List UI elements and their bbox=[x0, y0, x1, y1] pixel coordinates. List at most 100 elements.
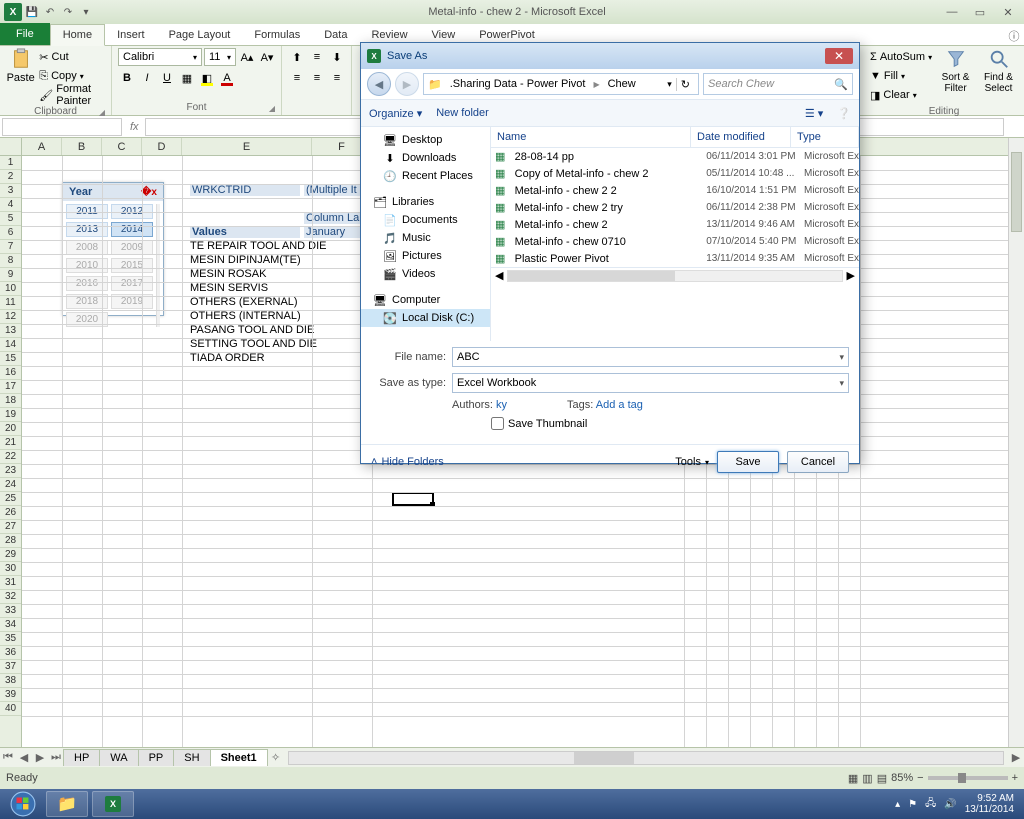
zoom-in-icon[interactable]: + bbox=[1012, 772, 1018, 784]
tray-flag-icon[interactable]: ⚑ bbox=[908, 799, 917, 810]
col-header[interactable]: B bbox=[62, 138, 102, 155]
bold-button[interactable]: B bbox=[118, 69, 136, 87]
file-row[interactable]: ▦Metal-info - chew 2 try06/11/2014 2:38 … bbox=[491, 199, 859, 216]
pivot-field[interactable]: WRKCTRID bbox=[190, 184, 300, 196]
row-header[interactable]: 6 bbox=[0, 226, 21, 240]
row-header[interactable]: 7 bbox=[0, 240, 21, 254]
slicer-item[interactable]: 2014 bbox=[111, 222, 153, 237]
file-row[interactable]: ▦Plastic Power Pivot13/11/2014 9:35 AMMi… bbox=[491, 250, 859, 267]
vertical-scrollbar[interactable] bbox=[1008, 138, 1024, 747]
row-header[interactable]: 22 bbox=[0, 450, 21, 464]
tree-item[interactable]: 🎵Music bbox=[361, 229, 490, 247]
zoom-out-icon[interactable]: − bbox=[917, 772, 923, 784]
sheet-tab[interactable]: WA bbox=[99, 749, 138, 766]
redo-qat-icon[interactable]: ↷ bbox=[60, 4, 76, 20]
file-row[interactable]: ▦Metal-info - chew 2 216/10/2014 1:51 PM… bbox=[491, 182, 859, 199]
hide-folders-button[interactable]: ˄Hide Folders bbox=[371, 456, 444, 468]
row-header[interactable]: 33 bbox=[0, 604, 21, 618]
filelist-hscroll[interactable]: ◀▶ bbox=[491, 267, 859, 283]
tree-item[interactable]: 🕘Recent Places bbox=[361, 167, 490, 185]
new-folder-button[interactable]: New folder bbox=[436, 107, 489, 119]
row-header[interactable]: 23 bbox=[0, 464, 21, 478]
row-header[interactable]: 5 bbox=[0, 212, 21, 226]
zoom-slider[interactable] bbox=[928, 776, 1008, 780]
row-header[interactable]: 39 bbox=[0, 688, 21, 702]
row-headers[interactable]: 1234567891011121314151617181920212223242… bbox=[0, 156, 22, 747]
refresh-icon[interactable]: ↻ bbox=[676, 78, 694, 91]
font-name-combo[interactable]: Calibri▾ bbox=[118, 48, 202, 66]
row-header[interactable]: 35 bbox=[0, 632, 21, 646]
saveastype-dropdown-icon[interactable]: ▾ bbox=[839, 378, 844, 389]
file-row[interactable]: ▦Metal-info - chew 213/11/2014 9:46 AMMi… bbox=[491, 216, 859, 233]
row-header[interactable]: 36 bbox=[0, 646, 21, 660]
tab-insert[interactable]: Insert bbox=[105, 25, 157, 45]
paste-button[interactable]: Paste bbox=[6, 48, 35, 84]
tools-button[interactable]: Tools ▾ bbox=[675, 456, 709, 468]
row-header[interactable]: 29 bbox=[0, 548, 21, 562]
sheet-nav-first-icon[interactable]: ⏮ bbox=[0, 751, 16, 764]
clear-button[interactable]: ◨Clear▾ bbox=[870, 86, 932, 104]
row-header[interactable]: 18 bbox=[0, 394, 21, 408]
save-thumbnail-checkbox[interactable] bbox=[491, 417, 504, 430]
row-header[interactable]: 15 bbox=[0, 352, 21, 366]
tab-file[interactable]: File bbox=[0, 23, 50, 45]
row-header[interactable]: 26 bbox=[0, 506, 21, 520]
qat-dropdown-icon[interactable]: ▾ bbox=[78, 4, 94, 20]
col-header[interactable]: A bbox=[22, 138, 62, 155]
row-header[interactable]: 38 bbox=[0, 674, 21, 688]
align-top-icon[interactable]: ⬆ bbox=[288, 48, 306, 66]
view-layout-icon[interactable]: ▥ bbox=[862, 772, 872, 785]
sort-filter-button[interactable]: Sort & Filter bbox=[936, 48, 975, 94]
row-header[interactable]: 8 bbox=[0, 254, 21, 268]
hscroll-right-icon[interactable]: ▶ bbox=[1008, 751, 1024, 764]
saveastype-combo[interactable]: Excel Workbook▾ bbox=[452, 373, 849, 393]
row-header[interactable]: 2 bbox=[0, 170, 21, 184]
sheet-nav-last-icon[interactable]: ⏭ bbox=[48, 751, 64, 764]
align-bottom-icon[interactable]: ⬇ bbox=[328, 48, 346, 66]
slicer-clear-icon[interactable]: �x bbox=[141, 187, 157, 198]
format-painter-button[interactable]: 🖌Format Painter bbox=[39, 86, 105, 104]
authors-link[interactable]: ky bbox=[496, 399, 507, 411]
row-header[interactable]: 12 bbox=[0, 310, 21, 324]
row-header[interactable]: 40 bbox=[0, 702, 21, 716]
italic-button[interactable]: I bbox=[138, 69, 156, 87]
minimize-button[interactable]: — bbox=[942, 5, 962, 19]
slicer-scrollbar[interactable] bbox=[156, 204, 160, 327]
row-header[interactable]: 16 bbox=[0, 366, 21, 380]
row-header[interactable]: 27 bbox=[0, 520, 21, 534]
row-header[interactable]: 20 bbox=[0, 422, 21, 436]
new-sheet-icon[interactable]: ✧ bbox=[268, 751, 284, 764]
filename-dropdown-icon[interactable]: ▾ bbox=[839, 352, 844, 363]
file-row[interactable]: ▦Copy of Metal-info - chew 205/11/2014 1… bbox=[491, 165, 859, 182]
select-all-corner[interactable] bbox=[0, 138, 22, 156]
align-center-icon[interactable]: ≡ bbox=[308, 69, 326, 87]
font-size-combo[interactable]: 11▾ bbox=[204, 48, 236, 66]
file-row[interactable]: ▦28-08-14 pp06/11/2014 3:01 PMMicrosoft … bbox=[491, 148, 859, 165]
ribbon-help-icon[interactable]: ⓘ bbox=[1004, 27, 1024, 45]
chevron-right-icon[interactable]: ▶ bbox=[593, 80, 599, 89]
close-button[interactable]: ✕ bbox=[998, 5, 1018, 19]
row-header[interactable]: 9 bbox=[0, 268, 21, 282]
tags-link[interactable]: Add a tag bbox=[596, 399, 643, 411]
sheet-tab[interactable]: HP bbox=[63, 749, 100, 766]
font-color-button[interactable]: A bbox=[218, 69, 236, 87]
cut-button[interactable]: ✂Cut bbox=[39, 48, 105, 66]
row-header[interactable]: 34 bbox=[0, 618, 21, 632]
sheet-nav-next-icon[interactable]: ▶ bbox=[32, 751, 48, 764]
sheet-tab[interactable]: SH bbox=[173, 749, 210, 766]
tab-home[interactable]: Home bbox=[50, 24, 105, 46]
align-right-icon[interactable]: ≡ bbox=[328, 69, 346, 87]
underline-button[interactable]: U bbox=[158, 69, 176, 87]
col-name[interactable]: Name bbox=[491, 127, 691, 147]
start-button[interactable] bbox=[4, 790, 42, 818]
row-header[interactable]: 21 bbox=[0, 436, 21, 450]
row-header[interactable]: 13 bbox=[0, 324, 21, 338]
undo-qat-icon[interactable]: ↶ bbox=[42, 4, 58, 20]
tree-local-disk[interactable]: 💽Local Disk (C:) bbox=[361, 309, 490, 327]
slicer-item[interactable]: 2015 bbox=[111, 258, 153, 273]
tree-item[interactable]: 🖼Pictures bbox=[361, 247, 490, 265]
view-pagebreak-icon[interactable]: ▤ bbox=[877, 772, 887, 785]
fill-color-button[interactable]: ◧ bbox=[198, 69, 216, 87]
nav-forward-button[interactable]: ▶ bbox=[395, 72, 419, 96]
sheet-tab[interactable]: Sheet1 bbox=[210, 749, 268, 766]
